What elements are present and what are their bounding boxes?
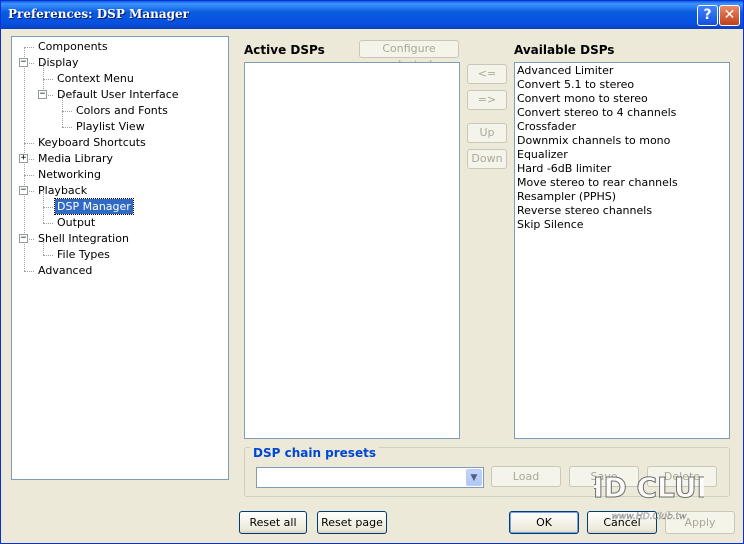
available-dsp-item[interactable]: Move stereo to rear channels — [515, 176, 729, 190]
available-dsp-item[interactable]: Reverse stereo channels — [515, 204, 729, 218]
active-dsps-list[interactable] — [244, 62, 460, 439]
tree-item-keyboard-shortcuts[interactable]: Keyboard Shortcuts — [36, 135, 148, 150]
available-dsps-label: Available DSPs — [514, 43, 615, 57]
tree-expander-icon[interactable]: − — [19, 234, 28, 243]
chevron-down-icon[interactable]: ▼ — [466, 469, 482, 486]
move-down-button[interactable]: Down — [467, 149, 507, 169]
tree-item-networking[interactable]: Networking — [36, 167, 103, 182]
available-dsp-item[interactable]: Convert stereo to 4 channels — [515, 106, 729, 120]
help-icon[interactable]: ? — [697, 5, 718, 26]
active-dsps-label: Active DSPs — [244, 43, 325, 57]
preferences-tree[interactable]: Components − Display Context Menu − Default U… — [11, 36, 229, 480]
tree-item-context-menu[interactable]: Context Menu — [55, 71, 136, 86]
title-bar[interactable]: Preferences: DSP Manager ? ✕ — [1, 1, 743, 29]
available-dsp-item[interactable]: Skip Silence — [515, 218, 729, 232]
available-dsp-item[interactable]: Equalizer — [515, 148, 729, 162]
tree-item-playback[interactable]: Playback — [36, 183, 89, 198]
preset-combo[interactable]: ▼ — [256, 467, 484, 488]
tree-item-colors-and-fonts[interactable]: Colors and Fonts — [74, 103, 170, 118]
tree-item-advanced[interactable]: Advanced — [36, 263, 94, 278]
available-dsp-item[interactable]: Downmix channels to mono — [515, 134, 729, 148]
tree-expander-icon[interactable]: − — [19, 186, 28, 195]
available-dsp-item[interactable]: Hard -6dB limiter — [515, 162, 729, 176]
tree-connector — [24, 47, 34, 48]
tree-connector — [43, 79, 53, 80]
close-icon[interactable]: ✕ — [719, 5, 740, 26]
tree-item-shell-integration[interactable]: Shell Integration — [36, 231, 131, 246]
tree-expander-icon[interactable]: + — [19, 154, 28, 163]
tree-expander-icon[interactable]: − — [38, 90, 47, 99]
available-dsp-item[interactable]: Crossfader — [515, 120, 729, 134]
available-dsp-item[interactable]: Convert 5.1 to stereo — [515, 78, 729, 92]
tree-connector — [43, 207, 53, 208]
add-dsp-button[interactable]: <= — [467, 64, 507, 84]
reset-all-button[interactable]: Reset all — [239, 511, 307, 534]
available-dsp-item[interactable]: Convert mono to stereo — [515, 92, 729, 106]
move-up-button[interactable]: Up — [467, 123, 507, 143]
hd-club-watermark: HD CLUB www.HD.Club.tw — [594, 471, 704, 523]
available-dsp-item[interactable]: Resampler (PPHS) — [515, 190, 729, 204]
available-dsps-list[interactable]: Advanced Limiter Convert 5.1 to stereo Con… — [514, 62, 730, 439]
tree-item-default-user-interface[interactable]: Default User Interface — [55, 87, 181, 102]
tree-connector — [43, 255, 53, 256]
configure-selected-button[interactable]: Configure selected — [359, 40, 459, 71]
dialog-client: Components − Display Context Menu − Default U… — [4, 29, 740, 542]
tree-connector — [62, 127, 72, 128]
tree-connector — [24, 143, 34, 144]
preferences-window: Preferences: DSP Manager ? ✕ Components −… — [0, 0, 744, 544]
reset-page-button[interactable]: Reset page — [317, 511, 387, 534]
tree-item-output[interactable]: Output — [55, 215, 97, 230]
tree-item-components[interactable]: Components — [36, 39, 110, 54]
tree-connector — [43, 223, 53, 224]
remove-dsp-button[interactable]: => — [467, 90, 507, 110]
tree-item-dsp-manager[interactable]: DSP Manager — [54, 198, 134, 215]
tree-connector — [62, 111, 72, 112]
tree-connector — [24, 271, 34, 272]
tree-connector — [24, 175, 34, 176]
tree-item-media-library[interactable]: Media Library — [36, 151, 115, 166]
tree-item-playlist-view[interactable]: Playlist View — [74, 119, 147, 134]
ok-button[interactable]: OK — [509, 511, 579, 534]
tree-expander-icon[interactable]: − — [19, 58, 28, 67]
window-title: Preferences: DSP Manager — [8, 7, 189, 21]
watermark-url: www.HD.Club.tw — [612, 512, 688, 522]
presets-group-title: DSP chain presets — [250, 446, 379, 460]
load-preset-button[interactable]: Load — [491, 466, 561, 487]
tree-item-file-types[interactable]: File Types — [55, 247, 112, 262]
tree-item-display[interactable]: Display — [36, 55, 81, 70]
available-dsp-item[interactable]: Advanced Limiter — [515, 64, 729, 78]
watermark-logo-text: HD CLUB — [594, 471, 704, 504]
